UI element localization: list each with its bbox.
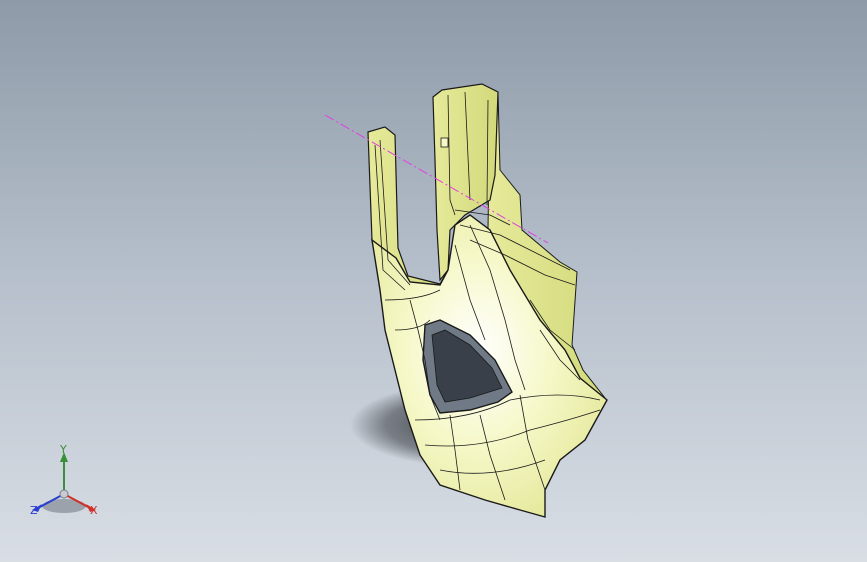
upright-tab-detail: [440, 137, 449, 148]
triad-x-label: X: [90, 504, 98, 517]
graphics-viewport[interactable]: Y Z X: [0, 0, 867, 562]
triad-y-label: Y: [60, 443, 67, 456]
triad-z-label: Z: [30, 504, 38, 517]
3d-part-model[interactable]: [0, 0, 867, 562]
coordinate-triad[interactable]: Y Z X: [24, 443, 108, 526]
